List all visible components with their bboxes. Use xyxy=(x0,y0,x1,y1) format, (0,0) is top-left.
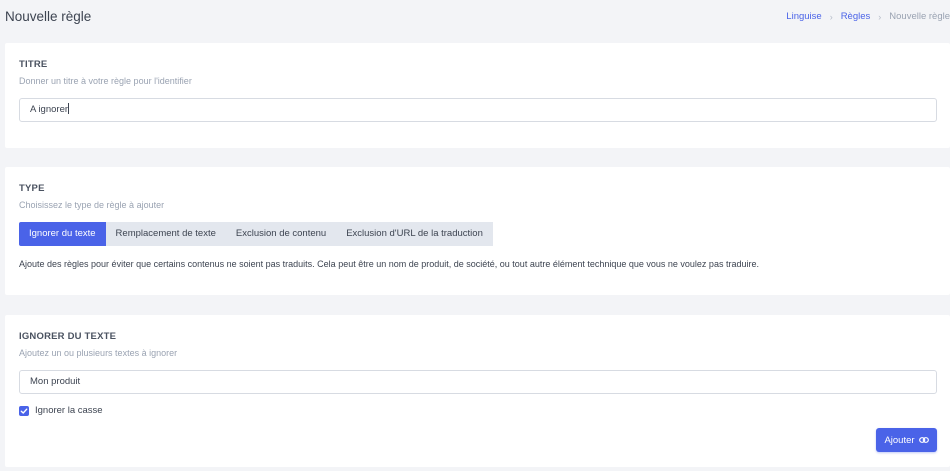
section-heading-ignorer: IGNORER DU TEXTE xyxy=(19,331,117,342)
title-input[interactable]: A ignorer xyxy=(19,98,937,122)
section-subtitle-titre: Donner un titre à votre règle pour l'ide… xyxy=(19,76,192,86)
section-heading-type: TYPE xyxy=(19,183,45,194)
ignored-text-input[interactable]: Mon produit xyxy=(19,370,937,394)
chevron-right-icon: › xyxy=(829,11,833,22)
tab-remplacement-de-texte[interactable]: Remplacement de texte xyxy=(105,222,226,246)
type-card: TYPE Choisissez le type de règle à ajout… xyxy=(5,167,950,295)
section-subtitle-type: Choisissez le type de règle à ajouter xyxy=(19,200,165,210)
ignore-case-label: Ignorer la casse xyxy=(35,405,103,416)
title-input-value: A ignorer xyxy=(30,104,69,115)
add-button-label: Ajouter xyxy=(884,434,915,446)
chevron-right-icon: › xyxy=(878,11,882,22)
tab-exclusion-de-contenu[interactable]: Exclusion de contenu xyxy=(225,222,337,246)
rule-type-description: Ajoute des règles pour éviter que certai… xyxy=(19,259,759,269)
page-title: Nouvelle règle xyxy=(5,9,92,24)
tab-ignorer-du-texte[interactable]: Ignorer du texte xyxy=(19,222,106,246)
breadcrumb: Linguise › Règles › Nouvelle règle xyxy=(786,11,950,22)
ignore-text-card: IGNORER DU TEXTE Ajoutez un ou plusieurs… xyxy=(5,315,950,467)
breadcrumb-item-current: Nouvelle règle xyxy=(889,11,950,22)
section-subtitle-ignorer: Ajoutez un ou plusieurs textes à ignorer xyxy=(19,348,178,358)
section-heading-titre: TITRE xyxy=(19,59,48,70)
check-icon xyxy=(20,408,28,414)
tab-exclusion-url[interactable]: Exclusion d'URL de la traduction xyxy=(336,222,493,246)
top-bar: Nouvelle règle Linguise › Règles › Nouve… xyxy=(0,0,950,36)
ignore-case-option[interactable]: Ignorer la casse xyxy=(19,405,103,416)
ignore-case-checkbox[interactable] xyxy=(19,405,29,416)
breadcrumb-item-regles[interactable]: Règles xyxy=(841,11,871,22)
text-caret xyxy=(68,103,70,114)
ignored-text-value: Mon produit xyxy=(30,376,81,387)
title-card: TITRE Donner un titre à votre règle pour… xyxy=(5,43,950,148)
breadcrumb-item-linguise[interactable]: Linguise xyxy=(786,11,821,22)
rule-type-tabs: Ignorer du texte Remplacement de texte E… xyxy=(19,222,493,246)
link-icon xyxy=(918,436,929,444)
add-button[interactable]: Ajouter xyxy=(876,428,937,452)
